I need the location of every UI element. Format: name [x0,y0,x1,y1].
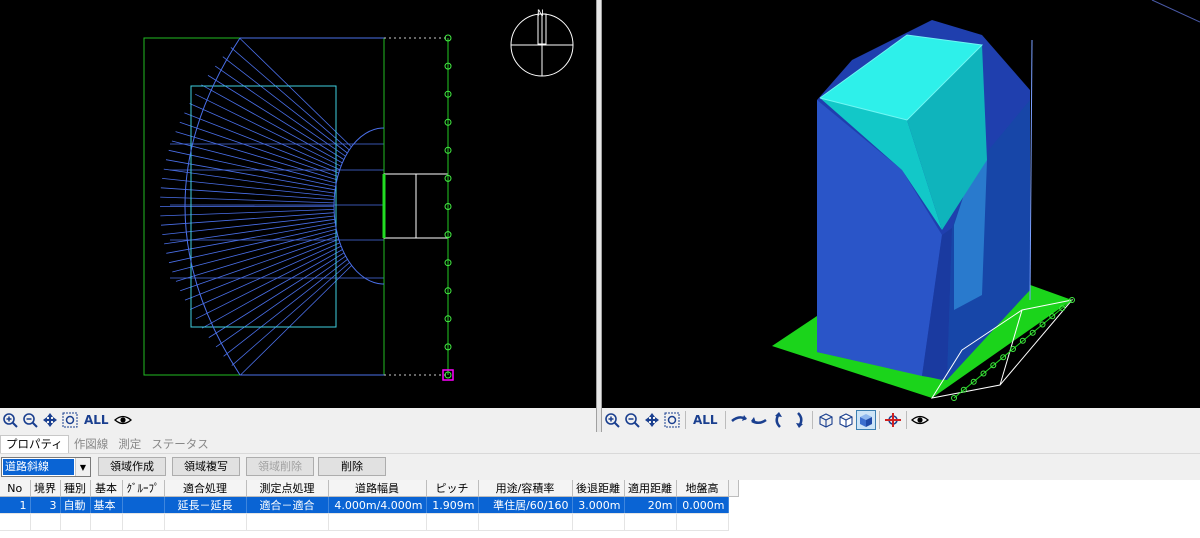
chevron-down-icon[interactable]: ▼ [75,458,90,476]
col-conformity[interactable]: 適合処理 [164,480,247,497]
fan-line [175,131,338,181]
col-ground-level[interactable]: 地盤高 [676,480,729,497]
cell-pitch[interactable]: 1.909m [426,496,479,514]
col-filler [728,480,739,497]
fan-line [201,84,343,164]
col-kind[interactable]: 種別 [60,480,91,497]
cell-measure-point[interactable]: 適合－適合 [246,496,329,514]
pan-icon[interactable] [41,411,59,429]
table-row[interactable]: 1 3 自動 基本 延長－延長 適合－適合 4.000m/4.000m 1.90… [0,496,738,514]
cell-basic[interactable]: 基本 [90,496,123,514]
fan-line [214,65,346,157]
create-region-button[interactable]: 領域作成 [98,457,166,476]
delete-button[interactable]: 削除 [318,457,386,476]
col-pitch[interactable]: ピッチ [426,480,479,497]
cell-no[interactable]: 1 [0,496,31,514]
slant-fan-lines [159,37,384,376]
zoom-out-icon[interactable] [21,411,39,429]
compass-icon: N [510,9,574,77]
pan-icon[interactable] [643,411,661,429]
col-setback[interactable]: 後退距離 [572,480,625,497]
plan-drawing: N [143,9,574,381]
fan-line [166,222,336,254]
col-group[interactable]: ｸﾞﾙｰﾌﾟ [122,480,165,497]
fan-line [172,228,337,273]
eye-icon[interactable] [910,411,929,429]
copy-region-button[interactable]: 領域複写 [172,457,240,476]
wireframe-cube-icon[interactable] [817,411,835,429]
col-apply-distance[interactable]: 適用距離 [624,480,677,497]
regulation-type-select[interactable]: 道路斜線 ▼ [1,457,91,477]
cell-filler [728,496,738,514]
fan-line [168,149,336,187]
regulation-type-value: 道路斜線 [3,459,74,475]
region-controls: 道路斜線 ▼ 領域作成 領域複写 領域削除 削除 [0,456,1200,478]
table-row [0,513,738,531]
cell-kind[interactable]: 自動 [60,496,91,514]
zoom-out-icon[interactable] [623,411,641,429]
col-no[interactable]: No [0,480,31,497]
compass-label: N [537,9,544,19]
rotate-left-icon[interactable] [730,411,748,429]
tab-measurement[interactable]: 測定 [113,436,146,453]
tab-status[interactable]: ステータス [146,436,214,453]
col-basic[interactable]: 基本 [90,480,123,497]
rotate-down-icon[interactable] [790,411,808,429]
col-boundary[interactable]: 境界 [30,480,61,497]
delete-region-button[interactable]: 領域削除 [246,457,314,476]
plan-toolbar: ALL [0,408,596,432]
cell-boundary[interactable]: 3 [30,496,61,514]
tab-properties[interactable]: プロパティ [0,435,69,453]
cell-conformity[interactable]: 延長－延長 [164,496,247,514]
hidden-line-cube-icon[interactable] [837,411,855,429]
cell-road-width[interactable]: 4.000m/4.000m [328,496,427,514]
col-measure-point[interactable]: 測定点処理 [246,480,329,497]
fan-line [195,93,342,167]
col-use-ratio[interactable]: 用途/容積率 [478,480,573,497]
rotate-right-icon[interactable] [750,411,768,429]
toolbar-separator [811,411,813,429]
cell-ground-level[interactable]: 0.000m [676,496,729,514]
fan-line [239,37,352,148]
viewpoint-icon[interactable] [884,411,902,429]
3d-toolbar: ALL [602,408,1200,432]
tab-construction-lines[interactable]: 作図線 [69,436,114,453]
inner-arc [333,127,385,285]
3d-viewport[interactable] [602,0,1200,408]
fan-line [230,47,350,151]
zoom-all-button[interactable]: ALL [81,411,112,429]
cell-group[interactable] [122,496,165,514]
zoom-in-icon[interactable] [1,411,19,429]
cell-apply-distance[interactable]: 20m [624,496,677,514]
eye-icon[interactable] [113,411,132,429]
property-tabs: プロパティ 作図線 測定 ステータス [0,435,1200,454]
regulation-table: No 境界 種別 基本 ｸﾞﾙｰﾌﾟ 適合処理 測定点処理 道路幅員 ピッチ 用… [0,480,1200,538]
col-road-width[interactable]: 道路幅員 [328,480,427,497]
fan-line [201,249,343,329]
zoom-all-button[interactable]: ALL [690,411,721,429]
fan-line [195,245,342,320]
zoom-window-icon[interactable] [663,411,681,429]
toolbar-separator [685,411,686,429]
shaded-cube-icon[interactable] [855,410,876,430]
cell-setback[interactable]: 3.000m [572,496,625,514]
table-header-row: No 境界 種別 基本 ｸﾞﾙｰﾌﾟ 適合処理 測定点処理 道路幅員 ピッチ 用… [0,480,739,497]
toolbar-separator [878,411,880,429]
massing-drawing [772,0,1200,401]
zoom-window-icon[interactable] [61,411,79,429]
fan-line [240,265,352,376]
rotate-up-icon[interactable] [770,411,788,429]
plan-viewport[interactable]: N [0,0,596,408]
toolbar-separator [724,411,726,429]
fan-line [215,255,346,348]
fan-line [207,75,345,160]
cell-use-ratio[interactable]: 準住居/60/160 [478,496,573,514]
zoom-in-icon[interactable] [603,411,621,429]
toolbar-separator [905,411,907,429]
